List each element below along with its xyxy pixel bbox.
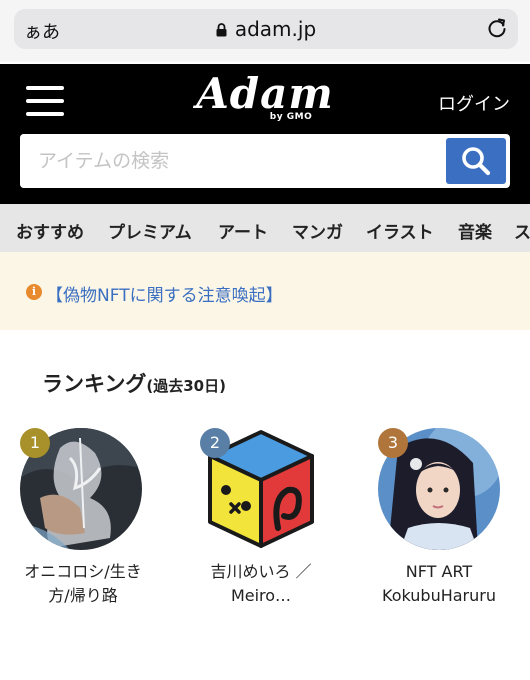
creator-name[interactable]: 吉川めいろ ／ Meiro… [190, 560, 332, 608]
rank-badge: 3 [378, 428, 408, 458]
creator-name-line1: オニコロシ/生き [24, 562, 142, 581]
creator-name[interactable]: NFT ART KokubuHaruru [368, 560, 510, 608]
creator-name-line1: NFT ART [405, 562, 473, 581]
search-input[interactable] [20, 134, 446, 188]
reload-icon[interactable] [486, 17, 508, 39]
category-tab-illust[interactable]: イラスト [366, 218, 434, 243]
category-tab-more[interactable]: ス [514, 218, 530, 243]
category-tab-recommended[interactable]: おすすめ [16, 218, 84, 243]
category-tab-art[interactable]: アート [218, 218, 268, 243]
creator-name-line1: 吉川めいろ ／ [210, 562, 312, 581]
notice-link[interactable]: 【偽物NFTに関する注意喚起】 [46, 281, 283, 306]
lock-icon [216, 23, 227, 37]
category-nav: おすすめ プレミアム アート マンガ イラスト 音楽 ス [0, 204, 530, 252]
search-button[interactable] [446, 138, 506, 184]
notice-banner: i 【偽物NFTに関する注意喚起】 [0, 252, 530, 330]
url-field[interactable]: ぁあ adam.jp [14, 9, 518, 49]
url-text: adam.jp [234, 17, 317, 41]
creator-name-line2: 方/帰り路 [48, 586, 118, 605]
creator-name-line2: KokubuHaruru [382, 586, 496, 605]
search-bar [20, 134, 510, 188]
category-tab-premium[interactable]: プレミアム [108, 218, 192, 243]
rank-badge: 1 [20, 428, 50, 458]
info-icon: i [26, 284, 42, 300]
creator-name[interactable]: オニコロシ/生き 方/帰り路 [16, 560, 150, 608]
login-link[interactable]: ログイン [438, 90, 510, 116]
creator-name-line2: Meiro… [230, 586, 292, 605]
rank-badge: 2 [200, 428, 230, 458]
category-tab-manga[interactable]: マンガ [292, 218, 343, 243]
browser-address-bar: ぁあ adam.jp [0, 0, 530, 62]
search-icon [462, 147, 491, 176]
url-display[interactable]: adam.jp [14, 17, 518, 41]
ranking-title: ランキング [42, 372, 147, 396]
category-tab-music[interactable]: 音楽 [458, 218, 492, 243]
ranking-period: (過去30日) [146, 377, 226, 395]
ranking-heading: ランキング(過去30日) [42, 368, 226, 398]
site-header: Adam by GMO ログイン [0, 64, 530, 204]
